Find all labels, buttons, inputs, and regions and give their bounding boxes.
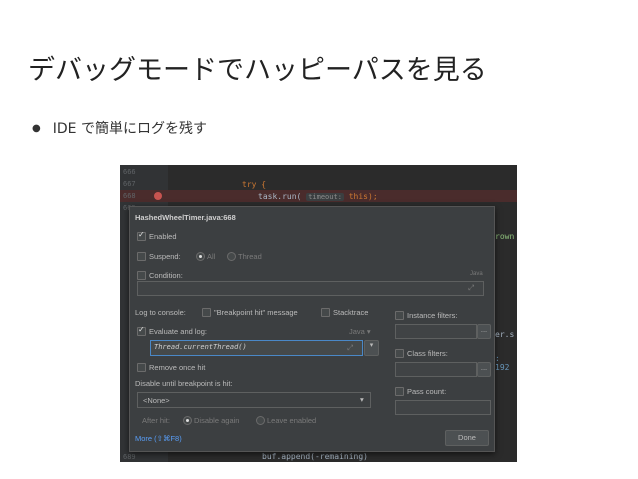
evaluate-lang-label[interactable]: Java ▾ — [349, 327, 371, 336]
leave-enabled-label: Leave enabled — [267, 416, 317, 425]
line-number: 666 — [123, 168, 136, 176]
breakpoint-hit-checkbox[interactable] — [202, 308, 211, 317]
suspend-checkbox[interactable] — [137, 252, 146, 261]
parameter-hint: timeout: — [306, 193, 344, 201]
bullet-dot-icon: ● — [32, 123, 41, 134]
slide-title: デバッグモードでハッピーパスを見る — [28, 55, 487, 86]
after-hit-label: After hit: — [142, 416, 170, 425]
enabled-checkbox[interactable] — [137, 230, 146, 241]
more-link[interactable]: More (⇧⌘F8) — [135, 434, 182, 443]
line-number: 689 — [123, 453, 136, 461]
evaluate-label: Evaluate and log: — [149, 327, 207, 336]
instance-filters-browse-button[interactable]: ... — [477, 324, 491, 339]
evaluate-expression-input[interactable]: Thread.currentThread() ⤢ — [150, 340, 363, 356]
leave-enabled-radio[interactable] — [256, 416, 265, 425]
ide-screenshot: 666 667 668 669 689 try { task.run( time… — [120, 165, 517, 462]
line-number: 667 — [123, 180, 136, 188]
disable-until-label: Disable until breakpoint is hit: — [135, 379, 233, 388]
suspend-label: Suspend: — [149, 252, 181, 261]
evaluate-history-dropdown[interactable]: ▾ — [364, 340, 379, 356]
breakpoint-popup: HashedWheelTimer.java:668 Enabled Suspen… — [129, 206, 495, 452]
code-fragment: rown — [495, 232, 515, 241]
code-run-suffix: this); — [348, 192, 378, 201]
class-filters-label: Class filters: — [407, 349, 448, 358]
log-to-console-label: Log to console: — [135, 308, 186, 317]
instance-filters-label: Instance filters: — [407, 311, 458, 320]
instance-filters-checkbox[interactable] — [395, 311, 404, 320]
bullet-text: IDE で簡単にログを残す — [52, 121, 207, 137]
suspend-thread-label: Thread — [238, 252, 262, 261]
disable-until-select[interactable]: <None> ▾ — [137, 392, 371, 408]
enabled-label: Enabled — [149, 232, 177, 241]
code-run-prefix: task.run( — [258, 192, 302, 201]
chevron-down-icon: ▾ — [369, 342, 374, 349]
breakpoint-icon[interactable] — [154, 192, 162, 200]
breakpoint-hit-label: "Breakpoint hit" message — [214, 308, 298, 317]
chevron-down-icon: ▾ — [360, 395, 364, 404]
evaluate-lang: Java — [349, 327, 365, 336]
remove-once-hit-label: Remove once hit — [149, 363, 206, 372]
code-line-try: try { — [242, 180, 266, 189]
code-line-run: task.run( timeout: this); — [258, 192, 378, 201]
remove-once-hit-checkbox[interactable] — [137, 363, 146, 372]
code-fragment: : 192 — [495, 354, 510, 372]
class-filters-checkbox[interactable] — [395, 349, 404, 358]
stacktrace-label: Stacktrace — [333, 308, 369, 317]
condition-input[interactable] — [137, 281, 484, 296]
condition-lang-label[interactable]: Java — [470, 271, 483, 277]
disable-again-radio[interactable] — [183, 416, 192, 425]
pass-count-label: Pass count: — [407, 387, 447, 396]
stacktrace-checkbox[interactable] — [321, 308, 330, 317]
condition-label: Condition: — [149, 271, 183, 280]
disable-until-value: <None> — [143, 396, 170, 405]
condition-checkbox[interactable] — [137, 271, 146, 280]
suspend-all-radio[interactable] — [196, 252, 205, 261]
done-button[interactable]: Done — [445, 430, 489, 446]
instance-filters-browse-label: ... — [480, 325, 488, 334]
evaluate-expression: Thread.currentThread() — [154, 343, 247, 351]
evaluate-checkbox[interactable] — [137, 325, 146, 336]
code-try: try { — [242, 180, 267, 189]
expand-icon[interactable]: ⤢ — [468, 283, 474, 293]
class-filters-browse-button[interactable]: ... — [477, 362, 491, 377]
suspend-all-label: All — [207, 252, 216, 261]
bullet-item: ● IDE で簡単にログを残す — [32, 118, 207, 138]
pass-count-input[interactable] — [395, 400, 491, 415]
class-filters-browse-label: ... — [480, 363, 488, 372]
code-fragment: er.s — [495, 330, 515, 339]
code-line-bottom: buf.append(-remaining) — [262, 452, 368, 461]
disable-again-label: Disable again — [194, 416, 240, 425]
line-number: 668 — [123, 192, 136, 200]
suspend-thread-radio[interactable] — [227, 252, 236, 261]
expand-icon[interactable]: ⤢ — [347, 343, 353, 353]
instance-filters-input[interactable] — [395, 324, 477, 339]
popup-title: HashedWheelTimer.java:668 — [135, 213, 236, 222]
class-filters-input[interactable] — [395, 362, 477, 377]
pass-count-checkbox[interactable] — [395, 387, 404, 396]
